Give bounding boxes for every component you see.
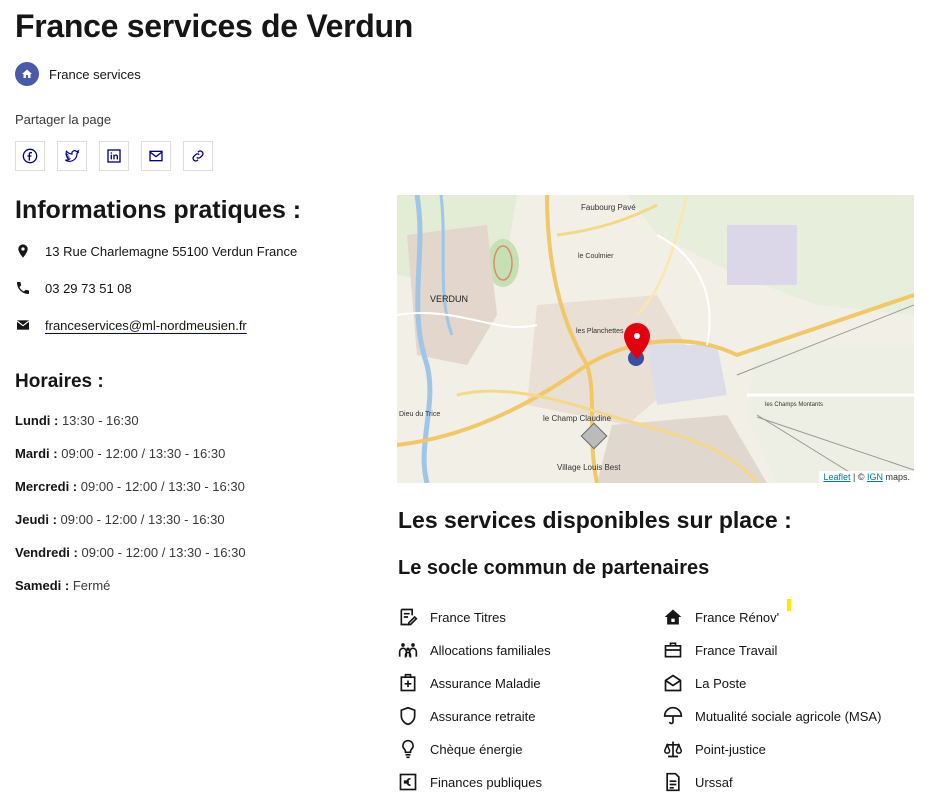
email-link[interactable]: franceservices@ml-nordmeusien.fr [45, 318, 247, 333]
email-row: franceservices@ml-nordmeusien.fr [15, 317, 247, 333]
edit-document-icon [398, 607, 418, 627]
file-text-icon [663, 772, 683, 792]
map-label: Dieu du Trice [399, 411, 441, 418]
email-share-button[interactable] [141, 141, 171, 171]
service-item: Assurance Maladie [398, 673, 541, 693]
umbrella-icon [663, 706, 683, 726]
mail-icon [149, 150, 163, 162]
family-icon [398, 640, 418, 660]
lightbulb-icon [398, 739, 418, 759]
info-title: Informations pratiques : [15, 196, 302, 224]
twitter-icon [65, 149, 80, 162]
service-item: Mutualité sociale agricole (MSA) [663, 706, 881, 726]
map-label: Village Louis Best [557, 463, 621, 472]
health-kit-icon [398, 673, 418, 693]
map-tiles [397, 195, 914, 483]
share-label: Partager la page [15, 112, 112, 127]
ign-link[interactable]: IGN [867, 472, 883, 482]
breadcrumb-item[interactable]: France services [49, 67, 141, 82]
page-title: France services de Verdun [15, 8, 414, 44]
highlight-mark [787, 599, 791, 611]
linkedin-icon [107, 149, 121, 163]
hours-row-thursday: Jeudi : 09:00 - 12:00 / 13:30 - 16:30 [15, 512, 225, 527]
phone-row: 03 29 73 51 08 [15, 280, 132, 296]
map-label: le Coulmier [578, 253, 614, 260]
facebook-share-button[interactable] [15, 141, 45, 171]
linkedin-share-button[interactable] [99, 141, 129, 171]
envelope-icon [16, 320, 30, 330]
copy-link-button[interactable] [183, 141, 213, 171]
location-map[interactable]: Faubourg Pavé le Coulmier VERDUN les Pla… [397, 195, 914, 483]
address-row: 13 Rue Charlemagne 55100 Verdun France [15, 243, 297, 259]
service-item: Urssaf [663, 772, 733, 792]
phone-text: 03 29 73 51 08 [45, 280, 132, 296]
service-item: Chèque énergie [398, 739, 523, 759]
home-icon[interactable] [15, 62, 39, 86]
hours-title: Horaires : [15, 371, 104, 392]
service-item: France Titres [398, 607, 506, 627]
hours-row-saturday: Samedi : Fermé [15, 578, 111, 593]
link-icon [192, 150, 204, 162]
hours-row-friday: Vendredi : 09:00 - 12:00 / 13:30 - 16:30 [15, 545, 246, 560]
hours-row-monday: Lundi : 13:30 - 16:30 [15, 413, 139, 428]
service-item: La Poste [663, 673, 746, 693]
service-item: France Rénov' [663, 607, 779, 627]
house-icon [663, 607, 683, 627]
service-item: France Travail [663, 640, 777, 660]
share-buttons [15, 141, 213, 171]
services-title: Les services disponibles sur place : [398, 507, 792, 533]
hours-row-tuesday: Mardi : 09:00 - 12:00 / 13:30 - 16:30 [15, 446, 226, 461]
euro-icon [398, 772, 418, 792]
hours-row-wednesday: Mercredi : 09:00 - 12:00 / 13:30 - 16:30 [15, 479, 245, 494]
phone-icon [17, 282, 29, 294]
service-item: Allocations familiales [398, 640, 551, 660]
map-label: le Champ Claudine [543, 414, 612, 423]
mail-open-icon [663, 673, 683, 693]
map-label: les Champs Montants [765, 402, 824, 408]
map-label: VERDUN [430, 294, 469, 304]
map-label: Faubourg Pavé [581, 203, 636, 212]
briefcase-icon [663, 640, 683, 660]
breadcrumb: France services [15, 62, 141, 86]
address-text: 13 Rue Charlemagne 55100 Verdun France [45, 243, 298, 259]
socle-title: Le socle commun de partenaires [398, 557, 710, 579]
scales-icon [663, 739, 683, 759]
twitter-share-button[interactable] [57, 141, 87, 171]
service-item: Assurance retraite [398, 706, 536, 726]
service-item: Point-justice [663, 739, 766, 759]
shield-icon [398, 706, 418, 726]
leaflet-link[interactable]: Leaflet [823, 472, 850, 482]
map-attribution: Leaflet | © IGN maps. [819, 471, 914, 483]
location-pin-icon [18, 244, 28, 258]
service-item: Finances publiques [398, 772, 542, 792]
facebook-icon [22, 148, 38, 164]
map-label: les Planchettes [576, 328, 624, 335]
